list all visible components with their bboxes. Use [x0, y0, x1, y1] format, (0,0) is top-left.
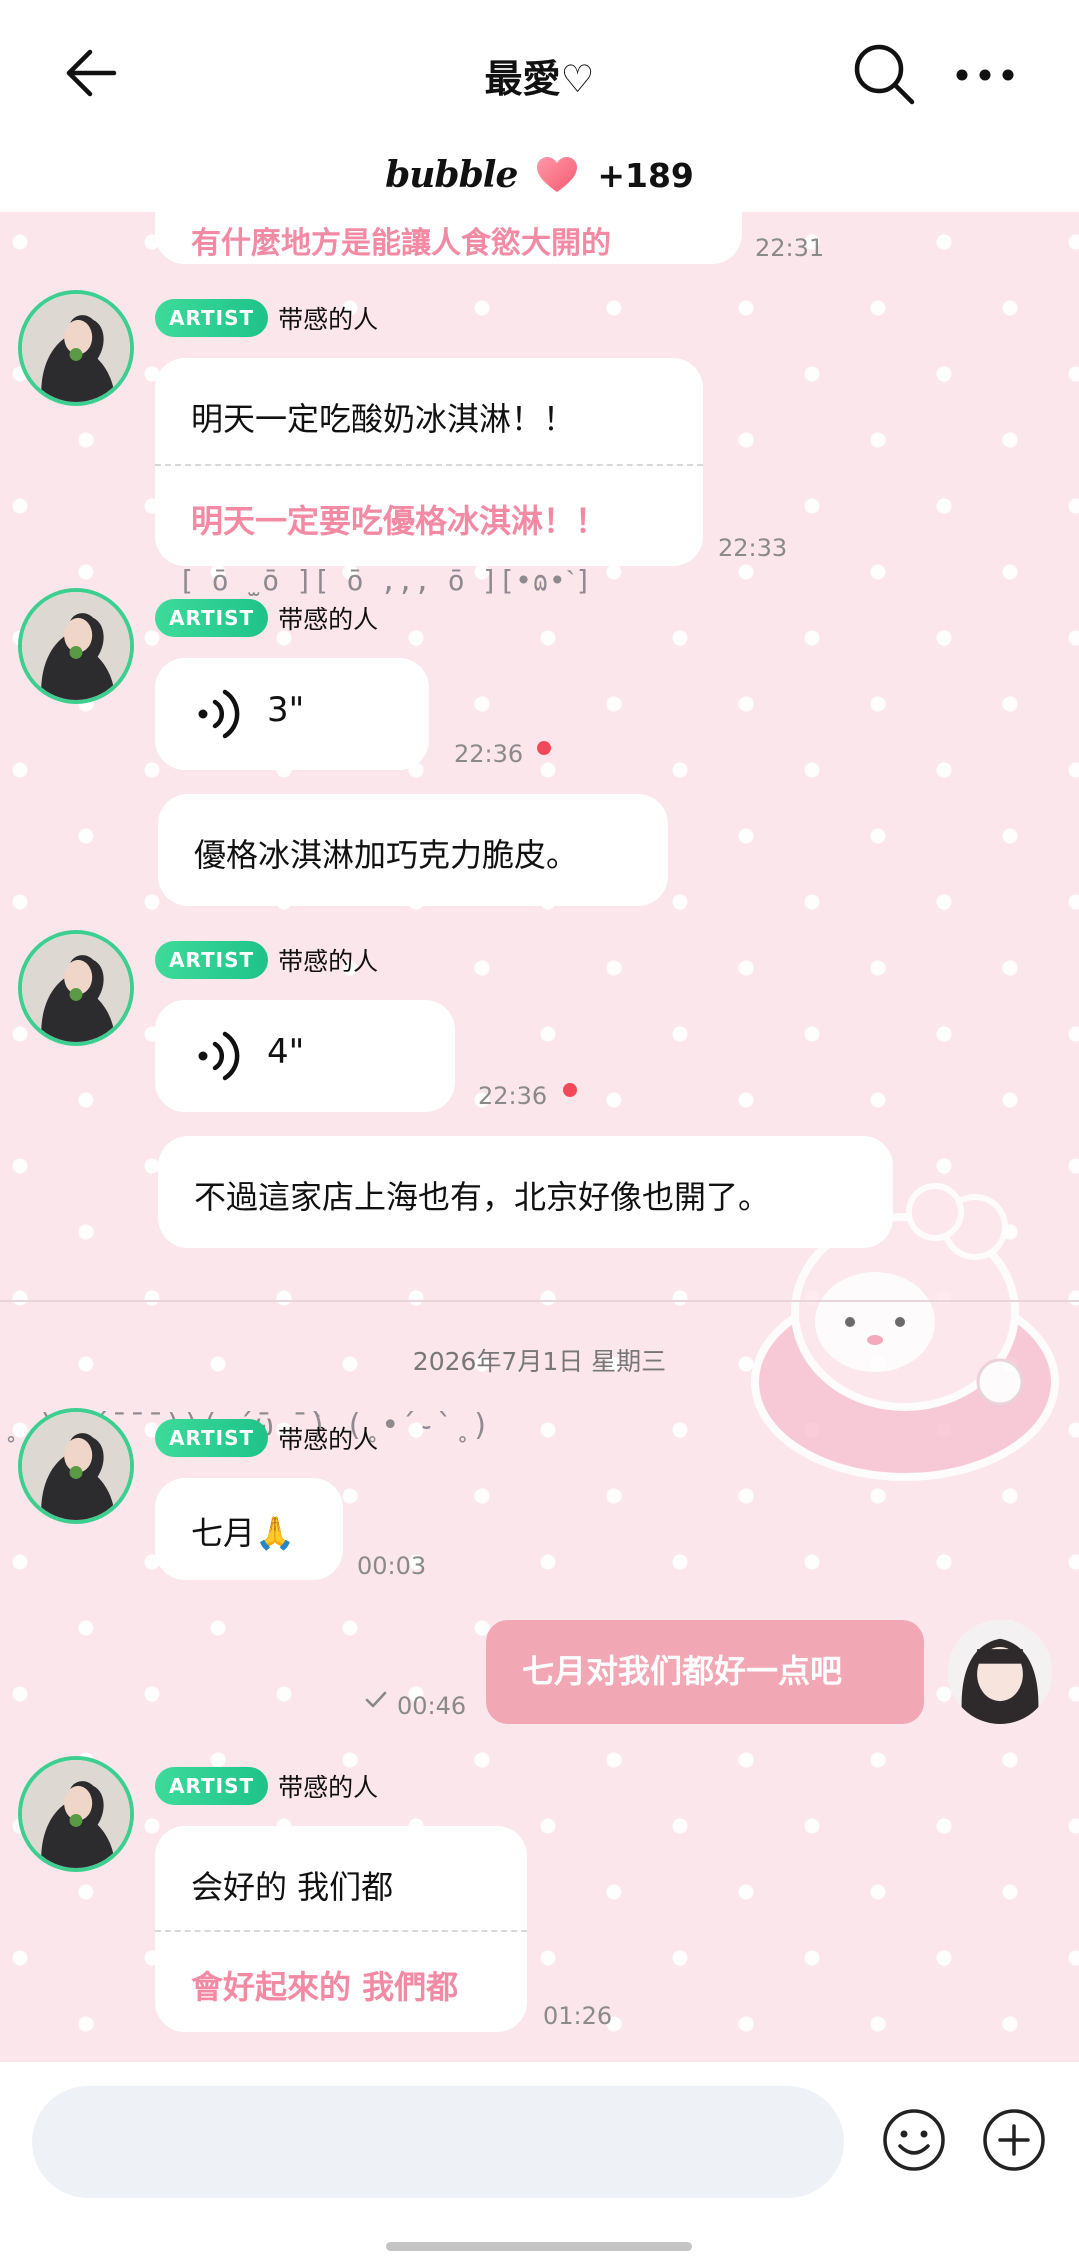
message-time: 22:33 — [718, 534, 788, 562]
translation-text: 明天一定要吃優格冰淇淋！！ — [191, 502, 608, 540]
avatar[interactable] — [18, 930, 134, 1046]
plus-circle-icon — [983, 2109, 1045, 2171]
brand-row: bubble +189 — [0, 150, 1079, 200]
emoji-button[interactable] — [880, 2106, 948, 2174]
message-time: 00:46 — [397, 1692, 467, 1720]
message-time: 22:36 — [454, 740, 524, 768]
day-divider-line — [0, 1300, 1079, 1302]
kaomoji-text: [ ō ̫ ō ][ ō ,,, ō ][•ɷ•ˋ] — [178, 564, 592, 597]
avatar-photo — [948, 1620, 1052, 1724]
message-text: 会好的 我们都 — [191, 1868, 394, 1906]
translation-divider — [155, 1930, 527, 1932]
avatar[interactable] — [18, 290, 134, 406]
heart-icon — [537, 157, 578, 192]
message-time: 22:36 — [478, 1082, 548, 1110]
more-horizontal-icon — [956, 69, 1014, 81]
avatar-photo — [22, 1412, 130, 1520]
message-input[interactable] — [32, 2086, 844, 2198]
message-bubble[interactable]: 優格冰淇淋加巧克力脆皮。 — [158, 794, 668, 906]
voice-message-bubble[interactable]: 4" — [155, 1000, 455, 1112]
sender-name: 带感的人 — [278, 305, 379, 334]
message-time: 22:31 — [755, 234, 825, 262]
sender-row: ARTIST 带感的人 — [155, 298, 378, 338]
unread-dot — [563, 1083, 577, 1097]
unread-dot — [537, 741, 551, 755]
smiley-icon — [883, 2109, 945, 2171]
message-text: 優格冰淇淋加巧克力脆皮。 — [194, 836, 579, 874]
message-bubble[interactable]: 有什麼地方是能讓人食慾大開的 — [155, 212, 742, 264]
artist-badge: ARTIST — [155, 1419, 269, 1457]
voice-duration: 4" — [267, 1032, 305, 1072]
voice-play-icon — [198, 689, 240, 739]
translation-text: 會好起來的 我們都 — [191, 1968, 459, 2006]
avatar[interactable] — [18, 588, 134, 704]
voice-duration: 3" — [267, 690, 305, 730]
date-separator: 2026年7月1日 星期三 — [412, 1347, 667, 1376]
search-button[interactable] — [850, 40, 918, 108]
subscriber-count: +189 — [597, 155, 694, 195]
message-time: 01:26 — [543, 2002, 613, 2030]
sender-row: ARTIST 带感的人 — [155, 1766, 378, 1806]
search-icon — [854, 44, 915, 105]
my-message-bubble[interactable]: 七月对我们都好一点吧 — [486, 1620, 924, 1724]
artist-badge: ARTIST — [155, 599, 269, 637]
sender-row: ARTIST 带感的人 — [155, 1418, 378, 1458]
composer-bar — [0, 2062, 1079, 2266]
sender-row: ARTIST 带感的人 — [155, 940, 378, 980]
more-options-button[interactable] — [950, 50, 1020, 100]
artist-badge: ARTIST — [155, 1767, 269, 1805]
sender-name: 带感的人 — [278, 1773, 379, 1802]
check-icon — [365, 1691, 387, 1708]
message-bubble[interactable]: 不過這家店上海也有，北京好像也開了。 — [158, 1136, 893, 1248]
brand-logo: bubble — [385, 154, 518, 196]
my-avatar[interactable] — [948, 1620, 1052, 1724]
avatar-photo — [22, 934, 130, 1042]
artist-badge: ARTIST — [155, 941, 269, 979]
artist-badge: ARTIST — [155, 299, 269, 337]
sender-name: 带感的人 — [278, 605, 379, 634]
message-text: 明天一定吃酸奶冰淇淋！！ — [191, 400, 576, 438]
top-bar: 最愛♡ bubble +189 — [0, 0, 1079, 212]
avatar-photo — [22, 592, 130, 700]
message-bubble[interactable]: 明天一定吃酸奶冰淇淋！！ 明天一定要吃優格冰淇淋！！ — [155, 358, 703, 566]
translation-divider — [155, 464, 703, 466]
avatar-photo — [22, 294, 130, 402]
voice-message-bubble[interactable]: 3" — [155, 658, 429, 770]
sender-name: 带感的人 — [278, 1425, 379, 1454]
sender-name: 带感的人 — [278, 947, 379, 976]
message-text: 七月🙏 — [191, 1514, 295, 1552]
message-text: 七月对我们都好一点吧 — [522, 1652, 843, 1690]
chat-area[interactable]: 有什麼地方是能讓人食慾大開的 22:31 ARTIST 带感的人 明天一定吃酸奶… — [0, 212, 1079, 2062]
avatar[interactable] — [18, 1408, 134, 1524]
translation-text: 有什麼地方是能讓人食慾大開的 — [191, 226, 611, 261]
avatar-photo — [22, 1760, 130, 1868]
sender-row: ARTIST 带感的人 — [155, 598, 378, 638]
voice-play-icon — [198, 1031, 240, 1081]
message-text: 不過這家店上海也有，北京好像也開了。 — [194, 1178, 771, 1216]
attach-button[interactable] — [980, 2106, 1048, 2174]
message-bubble[interactable]: 七月🙏 — [155, 1478, 343, 1580]
home-indicator — [386, 2242, 692, 2251]
avatar[interactable] — [18, 1756, 134, 1872]
message-bubble[interactable]: 会好的 我们都 會好起來的 我們都 — [155, 1826, 527, 2032]
message-time: 00:03 — [357, 1552, 427, 1580]
